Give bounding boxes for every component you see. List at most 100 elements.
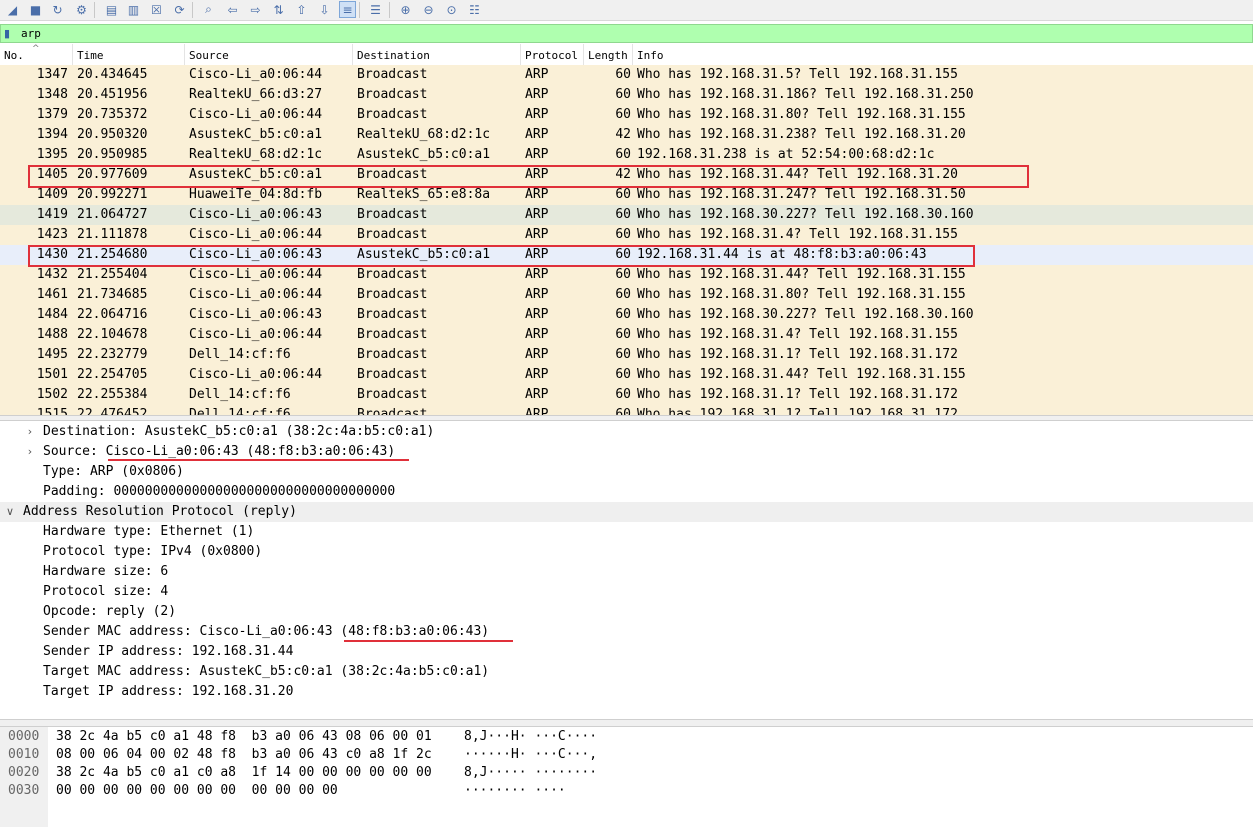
bytes-ascii[interactable]: 8,J···H· ···C···· [464,728,597,746]
resize-columns-icon[interactable]: ☷ [466,1,483,18]
packet-destination: Broadcast [357,87,428,102]
reload-icon[interactable]: ⟳ [171,1,188,18]
column-header-length[interactable]: Length [584,44,633,65]
packet-source: Cisco-Li_a0:06:44 [189,267,323,282]
bytes-row[interactable]: 0030 00 00 00 00 00 00 00 00 00 00 00 00 ·… [0,782,1253,800]
shark-fin-icon[interactable]: ◢ [4,1,21,18]
bytes-row[interactable]: 0000 38 2c 4a b5 c0 a1 48 f8 b3 a0 06 43 … [0,728,1253,746]
bytes-ascii[interactable]: ······H· ···C···, [464,746,597,764]
packet-row[interactable]: 1419 21.064727 Cisco-Li_a0:06:43 Broadcast A… [0,205,1253,225]
packet-row[interactable]: 1348 20.451956 RealtekU_66:d3:27 Broadcast A… [0,85,1253,105]
column-header-source[interactable]: Source [185,44,353,65]
packet-row[interactable]: 1430 21.254680 Cisco-Li_a0:06:43 AsustekC_b… [0,245,1253,265]
colorize-icon[interactable]: ☰ [367,1,384,18]
go-forward-icon[interactable]: ⇨ [247,1,264,18]
detail-row[interactable]: Target MAC address: AsustekC_b5:c0:a1 (3… [0,662,1253,682]
column-header-time[interactable]: Time [73,44,185,65]
detail-row[interactable]: Sender IP address: 192.168.31.44 [0,642,1253,662]
column-header-info[interactable]: Info [633,44,1253,65]
collapsed-chevron-icon[interactable]: › [24,442,36,462]
packet-info: Who has 192.168.31.44? Tell 192.168.31.2… [637,167,958,182]
packet-row[interactable]: 1501 22.254705 Cisco-Li_a0:06:44 Broadcast A… [0,365,1253,385]
stop-icon[interactable]: ■ [27,1,44,18]
detail-text: Target MAC address: AsustekC_b5:c0:a1 (3… [43,664,490,679]
packet-length: 60 [615,67,631,82]
filter-bookmark-icon[interactable]: ▮ [4,27,14,40]
zoom-in-icon[interactable]: ⊕ [397,1,414,18]
packet-row[interactable]: 1379 20.735372 Cisco-Li_a0:06:44 Broadcast A… [0,105,1253,125]
packet-row[interactable]: 1394 20.950320 AsustekC_b5:c0:a1 RealtekU_6… [0,125,1253,145]
bytes-row[interactable]: 0010 08 00 06 04 00 02 48 f8 b3 a0 06 43 … [0,746,1253,764]
detail-row[interactable]: Target IP address: 192.168.31.20 [0,682,1253,702]
detail-row[interactable]: ∨ Address Resolution Protocol (reply) [0,502,1253,522]
display-filter-input[interactable]: arp [21,25,41,42]
packet-destination: Broadcast [357,207,428,222]
packet-row[interactable]: 1495 22.232779 Dell_14:cf:f6 Broadcast ARP 60… [0,345,1253,365]
detail-row[interactable]: Hardware type: Ethernet (1) [0,522,1253,542]
go-to-packet-icon[interactable]: ⇅ [270,1,287,18]
packet-protocol: ARP [525,167,549,182]
packet-row[interactable]: 1432 21.255404 Cisco-Li_a0:06:44 Broadcast A… [0,265,1253,285]
zoom-normal-icon[interactable]: ⊙ [443,1,460,18]
bytes-hex[interactable]: 38 2c 4a b5 c0 a1 48 f8 b3 a0 06 43 08 0… [56,728,432,746]
packet-source: Cisco-Li_a0:06:44 [189,287,323,302]
packet-row[interactable]: 1502 22.255384 Dell_14:cf:f6 Broadcast ARP 60… [0,385,1253,405]
bytes-offset: 0020 [8,765,40,780]
bytes-hex[interactable]: 00 00 00 00 00 00 00 00 00 00 00 00 [56,782,338,800]
packet-protocol: ARP [525,87,549,102]
packet-time: 20.950985 [77,147,148,162]
packet-info: Who has 192.168.30.227? Tell 192.168.30.… [637,307,974,322]
bytes-hex[interactable]: 08 00 06 04 00 02 48 f8 b3 a0 06 43 c0 a… [56,746,432,764]
column-header-destination[interactable]: Destination [353,44,521,65]
detail-row[interactable]: Padding: 0000000000000000000000000000000… [0,482,1253,502]
toolbar-separator [94,2,95,18]
collapsed-chevron-icon[interactable]: › [24,422,36,442]
packet-row[interactable]: 1488 22.104678 Cisco-Li_a0:06:44 Broadcast A… [0,325,1253,345]
column-header-no[interactable]: No. ^ [0,44,73,65]
packet-row[interactable]: 1484 22.064716 Cisco-Li_a0:06:43 Broadcast A… [0,305,1253,325]
expanded-chevron-icon[interactable]: ∨ [4,502,16,522]
detail-text: Protocol size: 4 [43,584,169,599]
bytes-hex[interactable]: 38 2c 4a b5 c0 a1 c0 a8 1f 14 00 00 00 0… [56,764,432,782]
bytes-row[interactable]: 0020 38 2c 4a b5 c0 a1 c0 a8 1f 14 00 00 … [0,764,1253,782]
find-icon[interactable]: ⌕ [200,1,217,18]
open-file-icon[interactable]: ▤ [103,1,120,18]
detail-row[interactable]: › Source: Cisco-Li_a0:06:43 (48:f8:b3:a0:… [0,442,1253,462]
pane-splitter-bottom[interactable] [0,719,1253,727]
go-first-icon[interactable]: ⇧ [293,1,310,18]
autoscroll-icon[interactable]: ≡ [339,1,356,18]
detail-row[interactable]: › Destination: AsustekC_b5:c0:a1 (38:2c:4… [0,422,1253,442]
go-last-icon[interactable]: ⇩ [316,1,333,18]
packet-info: Who has 192.168.31.5? Tell 192.168.31.15… [637,67,958,82]
packet-length: 60 [615,327,631,342]
packet-row[interactable]: 1347 20.434645 Cisco-Li_a0:06:44 Broadcast A… [0,65,1253,85]
detail-row[interactable]: Protocol type: IPv4 (0x0800) [0,542,1253,562]
detail-row[interactable]: Opcode: reply (2) [0,602,1253,622]
options-gear-icon[interactable]: ⚙ [73,1,90,18]
packet-destination: Broadcast [357,407,428,415]
detail-row[interactable]: Hardware size: 6 [0,562,1253,582]
detail-row[interactable]: Type: ARP (0x0806) [0,462,1253,482]
detail-row[interactable]: Sender MAC address: Cisco-Li_a0:06:43 (4… [0,622,1253,642]
detail-row[interactable]: Protocol size: 4 [0,582,1253,602]
column-header-protocol[interactable]: Protocol [521,44,584,65]
go-back-icon[interactable]: ⇦ [224,1,241,18]
packet-row[interactable]: 1405 20.977609 AsustekC_b5:c0:a1 Broadcast A… [0,165,1253,185]
restart-icon[interactable]: ↻ [49,1,66,18]
close-file-icon[interactable]: ☒ [148,1,165,18]
packet-no: 1405 [36,167,68,182]
packet-row[interactable]: 1395 20.950985 RealtekU_68:d2:1c AsustekC_b… [0,145,1253,165]
bytes-ascii[interactable]: 8,J····· ········ [464,764,597,782]
packet-row[interactable]: 1423 21.111878 Cisco-Li_a0:06:44 Broadcast A… [0,225,1253,245]
packet-row[interactable]: 1461 21.734685 Cisco-Li_a0:06:44 Broadcast A… [0,285,1253,305]
packet-row[interactable]: 1409 20.992271 HuaweiTe_04:8d:fb RealtekS_6… [0,185,1253,205]
packet-info: Who has 192.168.31.1? Tell 192.168.31.17… [637,387,958,402]
packet-no: 1347 [36,67,68,82]
zoom-out-icon[interactable]: ⊖ [420,1,437,18]
packet-no: 1409 [36,187,68,202]
packet-destination: Broadcast [357,287,428,302]
bytes-ascii[interactable]: ········ ···· [464,782,566,800]
save-file-icon[interactable]: ▥ [125,1,142,18]
packet-source: Dell_14:cf:f6 [189,347,291,362]
packet-row[interactable]: 1515 22.476452 Dell_14:cf:f6 Broadcast ARP 60… [0,405,1253,415]
